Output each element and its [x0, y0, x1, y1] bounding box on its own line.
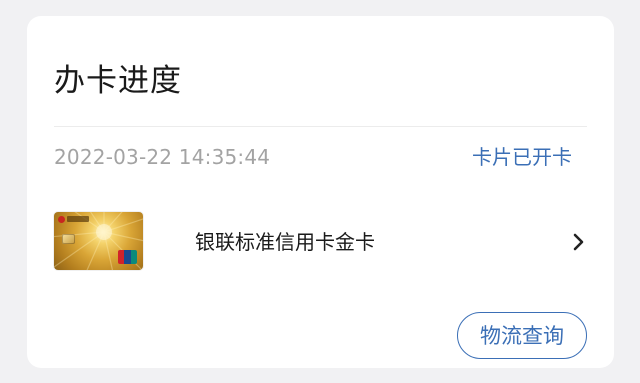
logistics-query-button[interactable]: 物流查询 — [457, 312, 587, 359]
application-timestamp: 2022-03-22 14:35:44 — [54, 145, 271, 169]
chevron-right-icon — [573, 233, 584, 251]
card-progress-panel: 办卡进度 2022-03-22 14:35:44 卡片已开卡 银联标准信用卡金卡… — [27, 16, 614, 368]
divider — [54, 126, 587, 127]
page-title: 办卡进度 — [54, 63, 182, 99]
card-status-text: 卡片已开卡 — [472, 145, 572, 169]
card-product-row[interactable]: 银联标准信用卡金卡 — [54, 210, 587, 273]
bank-logo-icon — [58, 216, 65, 223]
chip-icon — [62, 234, 75, 244]
card-product-name: 银联标准信用卡金卡 — [195, 230, 375, 254]
unionpay-logo-icon — [118, 250, 137, 264]
bank-name-mark — [67, 216, 89, 222]
gold-credit-card-icon — [54, 212, 143, 270]
